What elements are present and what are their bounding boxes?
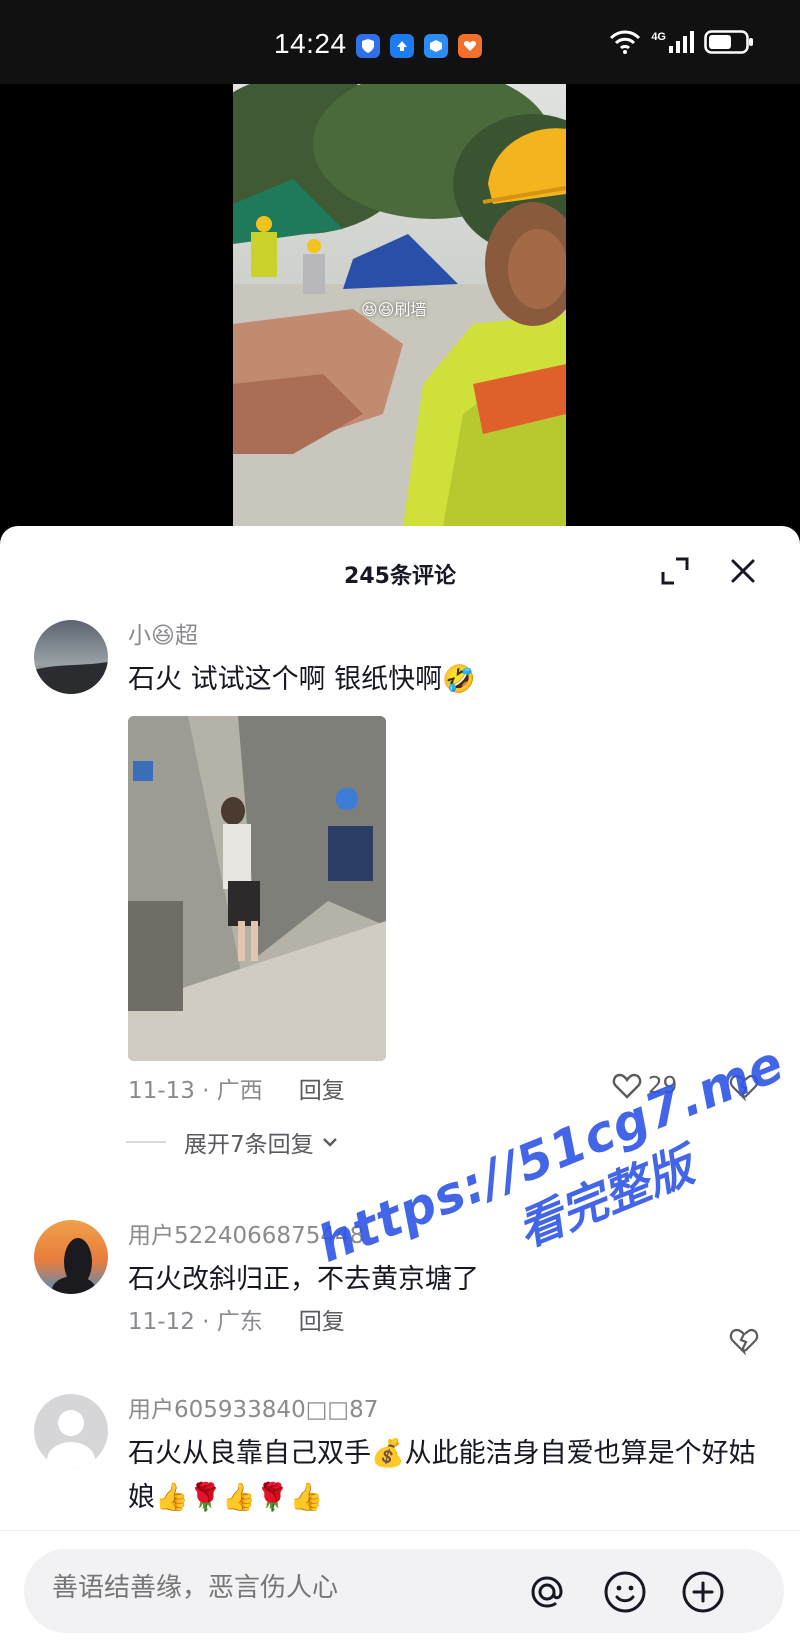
comment-input-bar <box>0 1530 800 1649</box>
close-icon <box>731 559 755 583</box>
dislike-button[interactable] <box>728 1072 760 1104</box>
battery-icon <box>704 30 753 54</box>
heart-outline-icon <box>612 1073 642 1099</box>
mention-button[interactable] <box>524 1569 570 1615</box>
emoji-button[interactable] <box>602 1569 648 1615</box>
like-button[interactable]: 29 <box>612 1072 677 1100</box>
broken-heart-icon <box>729 1074 759 1102</box>
notification-icons <box>356 34 482 58</box>
status-time: 14:24 <box>274 28 347 59</box>
signal-icon <box>669 31 694 53</box>
comment-attached-image[interactable] <box>128 716 386 1061</box>
like-count: 29 <box>648 1073 678 1099</box>
upload-app-icon <box>390 34 414 58</box>
comment-text: 石火 试试这个啊 银纸快啊🤣 <box>128 664 476 695</box>
avatar[interactable] <box>34 620 108 694</box>
comment-item: 小😆超 石火 试试这个啊 银纸快啊🤣 11-13 · 广西 回复 29 展开7条… <box>0 620 800 1180</box>
expand-replies-button[interactable]: 展开7条回复 <box>126 1125 342 1159</box>
video-caption: 😆😆刷墙 <box>361 300 427 319</box>
cube-app-icon <box>424 34 448 58</box>
avatar[interactable] <box>34 1394 108 1468</box>
wifi-icon <box>610 30 641 54</box>
close-button[interactable] <box>726 554 760 588</box>
network-type-label: 4G <box>651 31 666 43</box>
comment-text: 石火改斜归正，不去黄京塘了 <box>128 1264 479 1295</box>
shield-app-icon <box>356 34 380 58</box>
video-player[interactable]: 😆😆刷墙 <box>0 84 800 526</box>
divider <box>126 1141 166 1143</box>
comment-input-container[interactable] <box>24 1549 784 1633</box>
avatar[interactable] <box>34 1220 108 1294</box>
reply-button[interactable]: 回复 <box>299 1075 345 1107</box>
plus-circle-icon <box>682 1571 724 1613</box>
heart-app-icon <box>458 34 482 58</box>
comment-item: 用户5224066875448 石火改斜归正，不去黄京塘了 11-12 · 广东… <box>0 1220 800 1370</box>
chevron-down-icon <box>322 1138 337 1147</box>
comment-username[interactable]: 用户605933840□□87 <box>128 1394 768 1426</box>
dislike-button[interactable] <box>728 1326 760 1358</box>
comment-username[interactable]: 小😆超 <box>128 620 768 652</box>
comment-text: 石火从良靠自己双手💰从此能洁身自爱也算是个好姑娘👍🌹👍🌹👍 <box>128 1438 756 1513</box>
comment-date-location: 11-13 · 广西 <box>128 1078 263 1104</box>
broken-heart-icon <box>729 1328 759 1356</box>
status-bar: 14:24 4G <box>0 0 800 84</box>
at-mention-icon <box>531 1576 563 1608</box>
comment-date-location: 11-12 · 广东 <box>128 1309 263 1335</box>
smiley-icon <box>604 1571 646 1613</box>
comment-item: 用户605933840□□87 石火从良靠自己双手💰从此能洁身自爱也算是个好姑娘… <box>0 1394 800 1534</box>
expand-fullscreen-button[interactable] <box>658 554 692 588</box>
add-media-button[interactable] <box>680 1569 726 1615</box>
system-icons: 4G <box>609 30 754 54</box>
comment-username[interactable]: 用户5224066875448 <box>128 1220 768 1252</box>
expand-replies-label: 展开7条回复 <box>184 1132 314 1158</box>
expand-icon <box>661 557 689 585</box>
comments-panel: 245条评论 小😆超 石火 试试这个啊 银纸快啊🤣 11-13 · 广西 回复 … <box>0 526 800 1649</box>
comments-header: 245条评论 <box>0 526 800 620</box>
comment-input[interactable] <box>52 1573 492 1603</box>
reply-button[interactable]: 回复 <box>299 1306 345 1338</box>
video-frame[interactable]: 😆😆刷墙 <box>233 84 566 526</box>
